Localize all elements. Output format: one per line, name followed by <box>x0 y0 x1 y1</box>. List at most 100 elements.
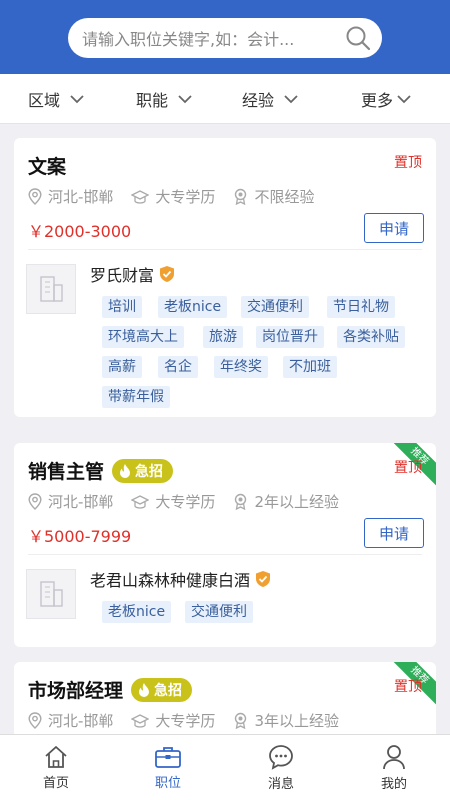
location-text: 河北-邯郸 <box>48 188 114 206</box>
pinned-badge: 置顶 <box>394 460 422 476</box>
job-title-row: 市场部经理 急招 <box>28 676 193 703</box>
location-info: 河北-邯郸 <box>28 710 113 731</box>
job-title-row: 文案 <box>28 152 66 179</box>
flame-icon <box>120 463 131 478</box>
job-meta: 河北-邯郸 大专学历 2年以上经验 <box>28 491 357 512</box>
nav-profile[interactable]: 我的 <box>338 735 450 800</box>
nav-home-label: 首页 <box>42 776 69 791</box>
education-text: 大专学历 <box>155 493 216 511</box>
company-name-row[interactable]: 老君山森林种健康白酒 <box>90 567 271 591</box>
location-pin-icon <box>28 493 42 510</box>
education-info: 大专学历 <box>131 491 215 512</box>
benefit-tag: 带薪年假 <box>102 386 170 408</box>
bottom-nav: 首页 职位 消息 我的 <box>0 734 450 800</box>
filter-experience-label: 经验 <box>242 91 275 110</box>
job-title: 文案 <box>28 156 67 178</box>
nav-messages[interactable]: 消息 <box>225 735 337 800</box>
message-icon <box>269 745 293 770</box>
job-meta: 河北-邯郸 大专学历 不限经验 <box>28 186 332 207</box>
experience-text: 2年以上经验 <box>254 493 339 511</box>
urgent-badge: 急招 <box>112 458 174 483</box>
chevron-down-icon <box>397 94 411 104</box>
search-icon[interactable] <box>340 20 376 56</box>
company-logo[interactable] <box>26 569 76 619</box>
filter-more[interactable]: 更多 <box>361 74 411 124</box>
pinned-badge: 置顶 <box>394 155 422 171</box>
award-icon <box>235 712 247 729</box>
graduation-cap-icon <box>131 494 150 509</box>
company-name-row[interactable]: 罗氏财富 <box>90 262 175 286</box>
verified-shield-icon <box>256 571 271 587</box>
chevron-down-icon <box>70 94 84 104</box>
education-text: 大专学历 <box>155 188 216 206</box>
location-pin-icon <box>28 188 42 205</box>
benefit-tag: 不加班 <box>283 356 337 378</box>
location-info: 河北-邯郸 <box>28 186 113 207</box>
company-name: 老君山森林种健康白酒 <box>90 571 251 590</box>
job-title-row: 销售主管 急招 <box>28 457 174 484</box>
benefit-tag: 老板nice <box>102 601 172 623</box>
experience-info: 3年以上经验 <box>233 710 339 731</box>
urgent-badge: 急招 <box>131 677 193 702</box>
benefit-tag: 旅游 <box>203 326 243 348</box>
education-text: 大专学历 <box>155 712 216 730</box>
filter-function-label: 职能 <box>136 91 169 110</box>
pinned-badge: 置顶 <box>394 679 422 695</box>
job-card[interactable]: 推荐 销售主管 急招 置顶 河北-邯郸 大专学历 2年以上经验 ￥5000-79… <box>14 443 436 647</box>
benefit-tag: 名企 <box>158 356 198 378</box>
divider <box>28 554 422 555</box>
nav-jobs[interactable]: 职位 <box>112 735 224 800</box>
search-input[interactable]: 请输入职位关键字,如：会计... <box>82 26 340 50</box>
filter-experience[interactable]: 经验 <box>242 74 298 124</box>
benefit-tag: 老板nice <box>158 296 228 318</box>
graduation-cap-icon <box>131 713 150 728</box>
job-meta: 河北-邯郸 大专学历 3年以上经验 <box>28 710 357 731</box>
top-bar: 请输入职位关键字,如：会计... <box>0 0 450 74</box>
apply-button[interactable]: 申请 <box>364 213 424 243</box>
job-card[interactable]: 推荐 市场部经理 急招 置顶 河北-邯郸 大专学历 3年以上经验 <box>14 662 436 734</box>
briefcase-icon <box>155 747 181 768</box>
benefit-tag: 岗位晋升 <box>256 326 324 348</box>
search-box[interactable]: 请输入职位关键字,如：会计... <box>68 18 382 58</box>
education-info: 大专学历 <box>131 710 215 731</box>
filter-area-label: 区域 <box>28 91 61 110</box>
location-info: 河北-邯郸 <box>28 491 113 512</box>
benefit-tag: 节日礼物 <box>327 296 395 318</box>
building-icon <box>40 276 63 302</box>
benefit-tag: 交通便利 <box>185 601 253 623</box>
award-icon <box>235 493 247 510</box>
company-logo[interactable] <box>26 264 76 314</box>
building-icon <box>40 581 63 607</box>
benefit-tag: 年终奖 <box>214 356 268 378</box>
salary: ￥2000-3000 <box>28 222 132 241</box>
nav-messages-label: 消息 <box>267 777 294 792</box>
job-title: 市场部经理 <box>28 680 124 702</box>
salary: ￥5000-7999 <box>28 527 132 546</box>
chevron-down-icon <box>284 94 298 104</box>
education-info: 大专学历 <box>131 186 215 207</box>
urgent-label: 急招 <box>154 682 183 699</box>
experience-text: 不限经验 <box>254 188 315 206</box>
flame-icon <box>139 682 150 697</box>
job-card[interactable]: 文案 置顶 河北-邯郸 大专学历 不限经验 ￥2000-3000 申请 罗氏财富… <box>14 138 436 417</box>
filter-more-label: 更多 <box>361 91 394 110</box>
location-pin-icon <box>28 712 42 729</box>
filter-function[interactable]: 职能 <box>136 74 192 124</box>
graduation-cap-icon <box>131 189 150 204</box>
job-title: 销售主管 <box>28 461 105 483</box>
filter-area[interactable]: 区域 <box>28 74 84 124</box>
nav-home[interactable]: 首页 <box>0 735 112 800</box>
experience-info: 不限经验 <box>233 186 314 207</box>
chevron-down-icon <box>178 94 192 104</box>
urgent-label: 急招 <box>135 463 164 480</box>
experience-info: 2年以上经验 <box>233 491 339 512</box>
home-icon <box>45 746 67 768</box>
nav-profile-label: 我的 <box>380 777 407 792</box>
apply-button[interactable]: 申请 <box>364 518 424 548</box>
divider <box>28 249 422 250</box>
benefit-tag: 各类补贴 <box>337 326 405 348</box>
verified-shield-icon <box>160 266 175 282</box>
benefit-tag: 培训 <box>102 296 142 318</box>
user-icon <box>383 745 405 770</box>
award-icon <box>235 188 247 205</box>
